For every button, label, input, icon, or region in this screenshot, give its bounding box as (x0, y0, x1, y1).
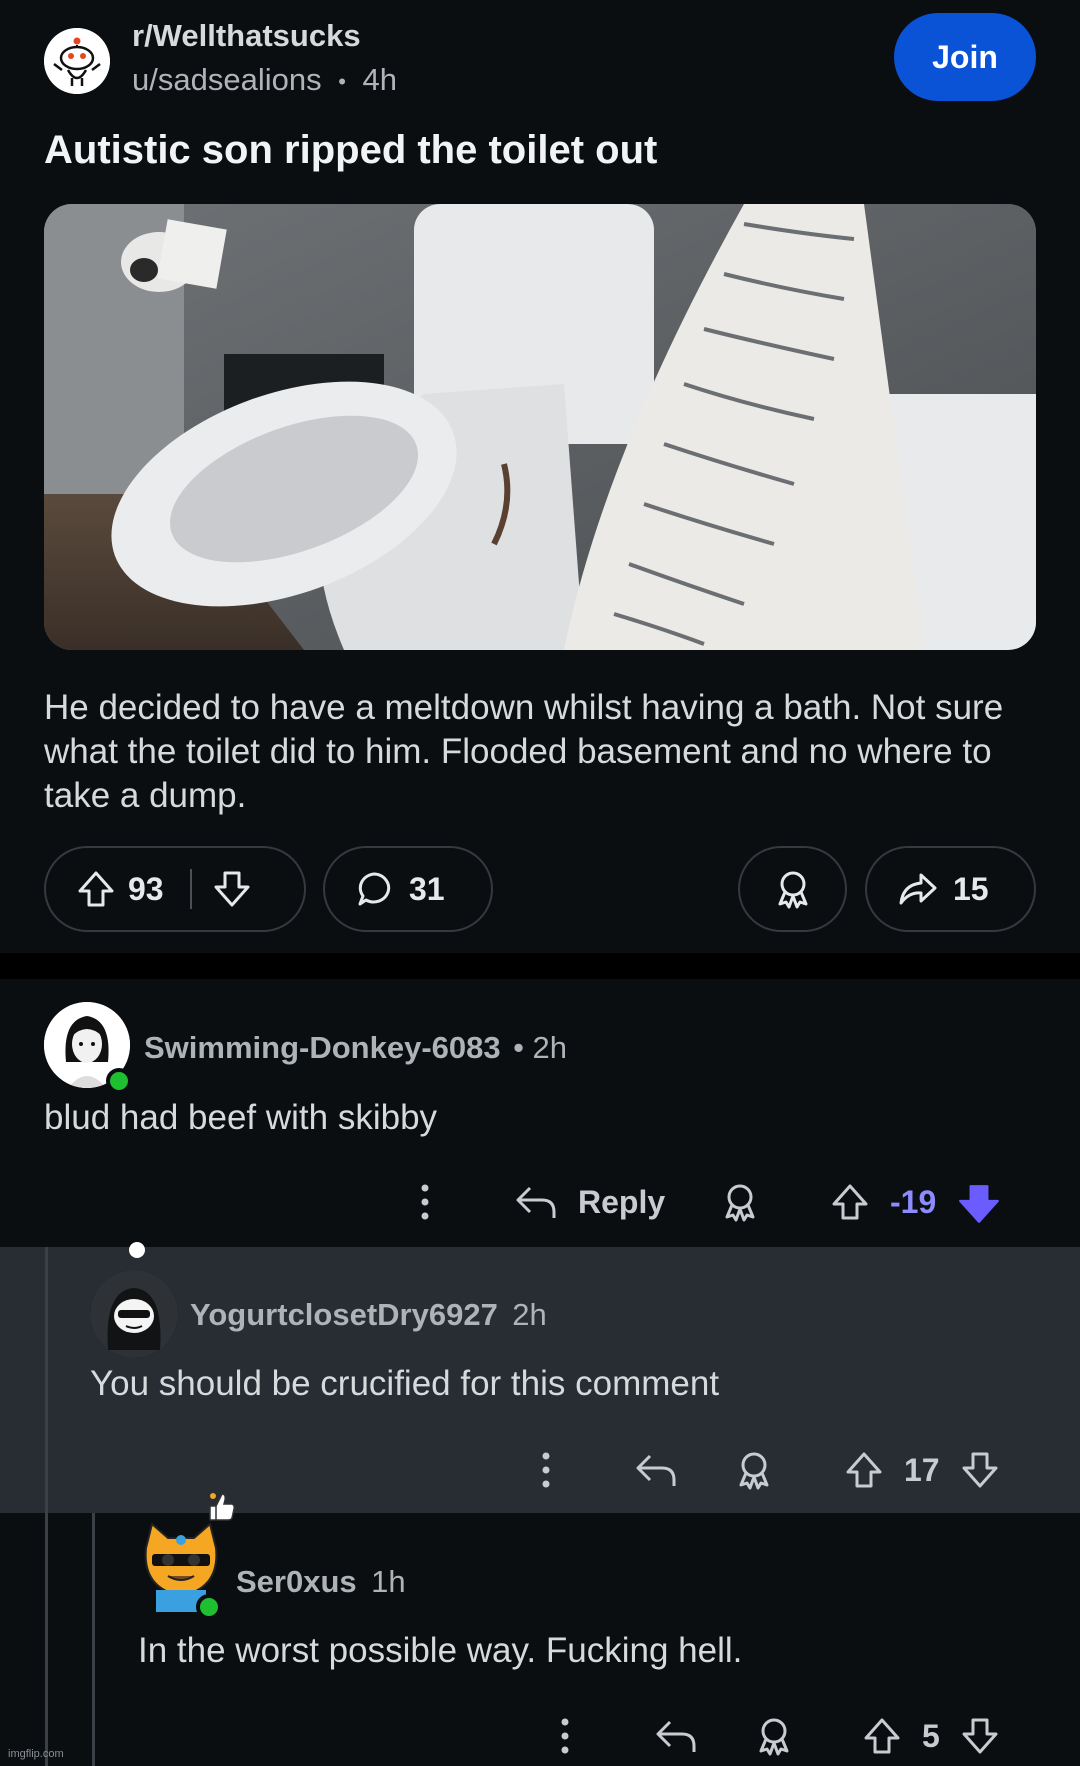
user-avatar-icon (90, 1270, 178, 1358)
section-divider (0, 953, 1080, 979)
comment-score: 17 (904, 1452, 940, 1488)
vote-pill: 93 (44, 846, 306, 932)
more-options-icon[interactable] (531, 1450, 561, 1490)
comment-header: YogurtclosetDry6927 2h (190, 1297, 547, 1333)
award-icon[interactable] (754, 1716, 794, 1756)
subreddit-avatar[interactable] (44, 28, 110, 94)
upvote-count: 93 (128, 870, 164, 907)
comment-username[interactable]: YogurtclosetDry6927 (190, 1297, 498, 1332)
avatar-badge-dot (129, 1242, 145, 1258)
comment-username[interactable]: Swimming-Donkey-6083 (144, 1030, 501, 1065)
post-time: 4h (362, 62, 398, 97)
reply-label: Reply (578, 1183, 666, 1220)
comment-header: Ser0xus 1h (236, 1564, 406, 1600)
more-options-icon[interactable] (410, 1182, 440, 1222)
meta-separator: • (338, 68, 346, 94)
reply-button[interactable]: Reply (514, 1182, 665, 1222)
comment-text: You should be crucified for this comment (90, 1364, 720, 1403)
comment-username[interactable]: Ser0xus (236, 1564, 357, 1599)
avatar[interactable] (90, 1270, 178, 1358)
upvote-icon[interactable] (862, 1716, 902, 1756)
comment-time: 1h (371, 1564, 406, 1599)
more-options-icon[interactable] (550, 1716, 580, 1756)
comment-count: 31 (409, 870, 445, 907)
award-icon[interactable] (734, 1450, 774, 1490)
reply-icon[interactable] (654, 1716, 698, 1756)
comment-text: blud had beef with skibby (44, 1098, 438, 1137)
comment-time: 2h (512, 1297, 547, 1332)
comment-score: -19 (890, 1184, 937, 1220)
downvote-icon[interactable] (960, 1716, 1000, 1756)
thread-line (45, 1513, 48, 1766)
comments-button[interactable]: 31 (323, 846, 493, 932)
share-icon (897, 869, 939, 909)
upvote-icon[interactable] (76, 869, 116, 909)
award-icon[interactable] (720, 1182, 760, 1222)
comment-text: In the worst possible way. Fucking hell. (138, 1631, 743, 1670)
subreddit-name[interactable]: r/Wellthatsucks (132, 18, 361, 54)
vote-divider (189, 869, 192, 909)
post-author[interactable]: u/sadsealions (132, 62, 322, 97)
comment-time: • 2h (513, 1030, 568, 1065)
online-indicator (196, 1594, 222, 1620)
join-button[interactable]: Join (894, 13, 1036, 101)
post-meta: u/sadsealions • 4h (132, 62, 397, 98)
upvote-icon[interactable] (830, 1182, 870, 1222)
award-icon (773, 869, 813, 909)
thread-line-nested (92, 1513, 95, 1766)
share-count: 15 (953, 870, 989, 907)
snoo-icon (44, 28, 110, 94)
award-button[interactable] (738, 846, 847, 932)
comment-icon (355, 869, 395, 909)
upvote-icon[interactable] (844, 1450, 884, 1490)
share-button[interactable]: 15 (865, 846, 1036, 932)
downvote-icon[interactable] (960, 1450, 1000, 1490)
comment-header: Swimming-Donkey-6083 • 2h (144, 1030, 567, 1066)
toilet-photo (44, 204, 1036, 650)
post-image[interactable] (44, 204, 1036, 650)
downvote-icon-active[interactable] (958, 1182, 1000, 1224)
watermark: imgflip.com (8, 1748, 64, 1760)
online-indicator (106, 1068, 132, 1094)
reply-icon (516, 1186, 556, 1218)
reply-icon[interactable] (634, 1450, 678, 1490)
post-title[interactable]: Autistic son ripped the toilet out (44, 128, 657, 173)
post-body: He decided to have a meltdown whilst hav… (44, 688, 1004, 815)
comment-score: 5 (922, 1718, 940, 1754)
downvote-icon[interactable] (212, 869, 252, 909)
